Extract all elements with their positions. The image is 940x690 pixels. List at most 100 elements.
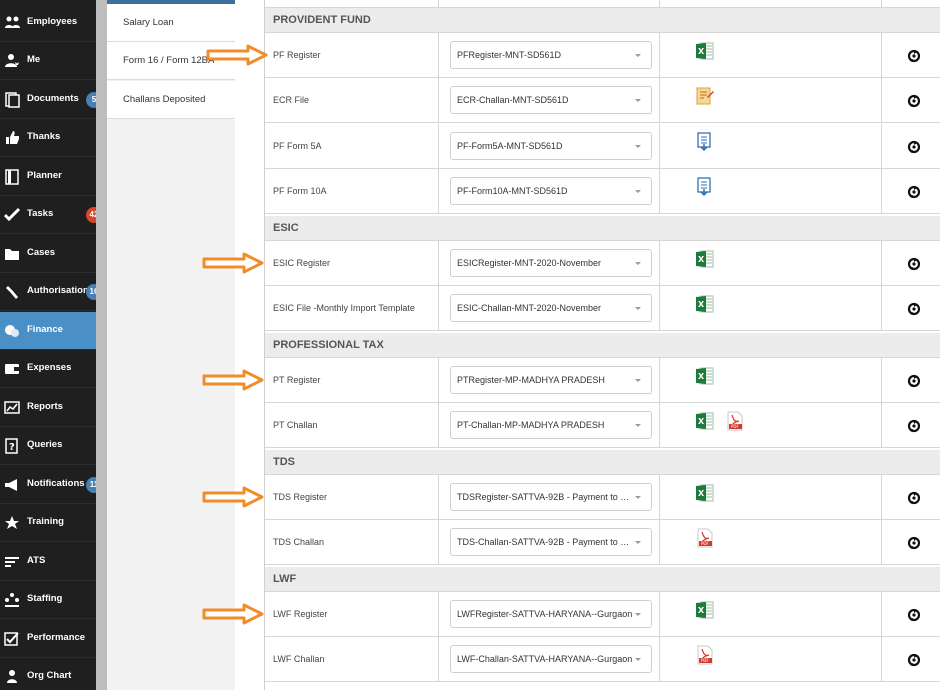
excel-file-icon[interactable]: X (695, 249, 714, 269)
nav-item-reports[interactable]: Reports (0, 389, 96, 427)
regenerate-icon[interactable] (907, 536, 921, 550)
nav-item-label: Employees (27, 16, 78, 27)
file-select[interactable]: LWFRegister-SATTVA-HARYANA--Gurgaon (450, 600, 652, 628)
document-download-icon[interactable] (695, 177, 713, 197)
file-select-value: ESICRegister-MNT-2020-November (457, 258, 602, 268)
nav-item-ats[interactable]: ATS (0, 543, 96, 581)
column-divider (438, 592, 439, 636)
pdf-file-icon[interactable]: PDF (695, 645, 713, 665)
ecr-file-icon[interactable] (695, 86, 714, 106)
nav-item-cases[interactable]: Cases (0, 235, 96, 273)
nav-item-expenses[interactable]: Expenses (0, 350, 96, 388)
nav-item-planner[interactable]: Planner (0, 158, 96, 196)
column-divider (881, 403, 882, 447)
row-label: PF Register (273, 50, 321, 60)
nav-item-employees[interactable]: Employees (0, 4, 96, 42)
file-select[interactable]: PT-Challan-MP-MADHYA PRADESH (450, 411, 652, 439)
excel-file-icon[interactable]: X (695, 411, 714, 431)
nav-item-training[interactable]: Training (0, 504, 96, 542)
pdf-file-icon[interactable]: PDF (725, 411, 743, 431)
regenerate-icon[interactable] (907, 257, 921, 271)
svg-text:PDF: PDF (701, 541, 709, 546)
chevron-down-icon (635, 307, 641, 310)
regenerate-icon[interactable] (907, 491, 921, 505)
nav-item-notifications[interactable]: Notifications 11 (0, 466, 102, 504)
regenerate-icon[interactable] (907, 302, 921, 316)
nav-item-queries[interactable]: ? Queries (0, 427, 96, 465)
submenu-item[interactable]: Salary Loan (107, 4, 235, 42)
excel-file-icon[interactable]: X (695, 483, 714, 503)
nav-scrollbar[interactable] (96, 0, 107, 690)
file-select[interactable]: ESIC-Challan-MNT-2020-November (450, 294, 652, 322)
nav-item-me[interactable]: Me (0, 42, 96, 80)
regenerate-icon[interactable] (907, 140, 921, 154)
svg-text:PDF: PDF (701, 658, 709, 663)
nav-item-label: Planner (27, 170, 62, 181)
submenu-item[interactable]: Challans Deposited (107, 81, 235, 119)
excel-file-icon[interactable]: X (695, 41, 714, 61)
file-select[interactable]: TDSRegister-SATTVA-92B - Payment to Empl… (450, 483, 652, 511)
regenerate-icon[interactable] (907, 419, 921, 433)
file-select-value: LWFRegister-SATTVA-HARYANA--Gurgaon (457, 609, 633, 619)
file-select-value: PF-Form10A-MNT-SD561D (457, 186, 568, 196)
row-label: TDS Register (273, 492, 328, 502)
regenerate-icon[interactable] (907, 653, 921, 667)
file-select[interactable]: PF-Form5A-MNT-SD561D (450, 132, 652, 160)
svg-text:X: X (698, 417, 705, 426)
document-download-icon[interactable] (695, 132, 713, 152)
row-label: LWF Challan (273, 654, 325, 664)
file-select-value: PT-Challan-MP-MADHYA PRADESH (457, 420, 605, 430)
file-select[interactable]: TDS-Challan-SATTVA-92B - Payment to Empl… (450, 528, 652, 556)
regenerate-icon[interactable] (907, 608, 921, 622)
file-select[interactable]: PF-Form10A-MNT-SD561D (450, 177, 652, 205)
row-label: PT Register (273, 375, 321, 385)
chevron-down-icon (635, 262, 641, 265)
svg-text:X: X (698, 255, 705, 264)
table-row: ESIC File -Monthly Import Template ESIC-C… (265, 286, 940, 331)
column-divider (659, 358, 660, 402)
nav-item-label: Me (27, 54, 41, 65)
file-select-value: PFRegister-MNT-SD561D (457, 50, 562, 60)
svg-text:X: X (698, 47, 705, 56)
employees-icon (4, 15, 21, 30)
section-header: PROVIDENT FUND (265, 8, 940, 33)
excel-file-icon[interactable]: X (695, 366, 714, 386)
nav-item-finance[interactable]: Finance (0, 312, 96, 350)
file-select[interactable]: PFRegister-MNT-SD561D (450, 41, 652, 69)
star-icon (4, 515, 21, 530)
svg-text:X: X (698, 606, 705, 615)
column-divider (881, 78, 882, 122)
check-icon (3, 207, 21, 222)
chart-icon (4, 400, 21, 415)
table-row: PF Form 5A PF-Form5A-MNT-SD561D (265, 124, 940, 169)
nav-item-performance[interactable]: Performance (0, 620, 96, 658)
nav-item-org-chart[interactable]: Org Chart (0, 658, 96, 690)
row-label: ESIC File -Monthly Import Template (273, 303, 415, 313)
nav-item-authorisations[interactable]: Authorisations 16 (0, 273, 102, 311)
nav-item-tasks[interactable]: Tasks 42 (0, 196, 102, 234)
nav-item-thanks[interactable]: Thanks (0, 119, 96, 157)
file-select[interactable]: PTRegister-MP-MADHYA PRADESH (450, 366, 652, 394)
file-select[interactable]: ECR-Challan-MNT-SD561D (450, 86, 652, 114)
file-select[interactable]: LWF-Challan-SATTVA-HARYANA--Gurgaon (450, 645, 652, 673)
column-divider (659, 592, 660, 636)
column-divider (659, 286, 660, 330)
thumbs-up-icon (4, 130, 21, 145)
ats-icon (4, 554, 21, 569)
regenerate-icon[interactable] (907, 185, 921, 199)
highlight-arrow (202, 603, 264, 625)
regenerate-icon[interactable] (907, 374, 921, 388)
excel-file-icon[interactable]: X (695, 294, 714, 314)
table-row: TDS Challan TDS-Challan-SATTVA-92B - Paym… (265, 520, 940, 565)
nav-item-staffing[interactable]: Staffing (0, 581, 96, 619)
file-select[interactable]: ESICRegister-MNT-2020-November (450, 249, 652, 277)
nav-item-documents[interactable]: Documents 5 (0, 81, 102, 119)
regenerate-icon[interactable] (907, 49, 921, 63)
excel-file-icon[interactable]: X (695, 600, 714, 620)
table-row: PF Form 10A PF-Form10A-MNT-SD561D (265, 169, 940, 214)
regenerate-icon[interactable] (907, 94, 921, 108)
column-divider (438, 124, 439, 168)
nav-item-label: Queries (27, 439, 63, 450)
pdf-file-icon[interactable]: PDF (695, 528, 713, 548)
table-row: PT Register PTRegister-MP-MADHYA PRADESH X (265, 358, 940, 403)
